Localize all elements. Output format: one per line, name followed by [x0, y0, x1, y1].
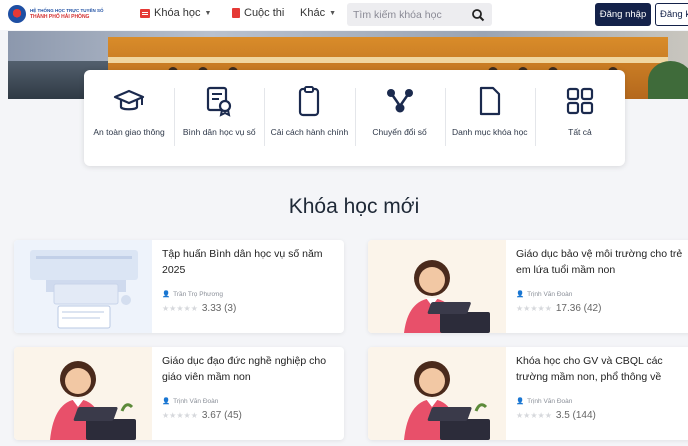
course-thumbnail — [368, 347, 506, 440]
nav-khac-menu[interactable]: Khác ▼ — [300, 7, 336, 19]
category-label: Cải cách hành chính — [270, 127, 349, 137]
course-author: 👤 Trịnh Văn Đoàn — [516, 290, 688, 299]
rating-value: 3.33 (3) — [201, 303, 237, 314]
course-info: Giáo dục bảo vệ môi trường cho trẻ em lứ… — [516, 246, 688, 314]
category-binh-dan-hoc-vu-so[interactable]: Bình dân học vụ số — [174, 70, 264, 166]
course-rating: ★★★★★ 3.67 (45) — [162, 410, 340, 421]
course-author-name: Trịnh Văn Đoàn — [173, 397, 219, 405]
clipboard-icon — [292, 84, 326, 118]
course-thumbnail — [14, 240, 152, 333]
course-thumbnail — [368, 240, 506, 333]
document-icon — [473, 84, 507, 118]
category-panel: An toàn giao thông Bình dân học vụ số Cả… — [84, 70, 625, 166]
nav-cuocthi-label: Cuộc thi — [244, 7, 285, 19]
network-icon — [383, 84, 417, 118]
graduation-cap-icon — [112, 84, 146, 118]
section-title-new-courses: Khóa học mới — [288, 195, 420, 218]
rating-value: 17.36 (42) — [555, 303, 602, 314]
category-an-toan-giao-thong[interactable]: An toàn giao thông — [84, 70, 174, 166]
certificate-icon — [202, 84, 236, 118]
user-icon: 👤 — [162, 291, 171, 298]
star-rating-icon: ★★★★★ — [162, 411, 198, 420]
category-label: Chuyển đổi số — [372, 127, 427, 137]
course-info: Giáo dục đạo đức nghề nghiệp cho giáo vi… — [162, 353, 340, 421]
course-author-name: Trịnh Văn Đoàn — [527, 290, 573, 298]
course-thumbnail — [14, 347, 152, 440]
course-author: 👤 Trịnh Văn Đoàn — [516, 397, 688, 406]
book-icon — [140, 8, 150, 18]
logo-emblem-icon — [8, 5, 26, 23]
course-rating: ★★★★★ 17.36 (42) — [516, 303, 688, 314]
nav-khoahoc-label: Khóa học — [154, 7, 201, 19]
logo-line2: THÀNH PHỐ HẢI PHÒNG — [30, 14, 90, 20]
course-card[interactable]: Giáo dục bảo vệ môi trường cho trẻ em lứ… — [368, 240, 688, 333]
nav-cuocthi-link[interactable]: Cuộc thi — [232, 7, 284, 19]
site-logo[interactable]: HỆ THỐNG HỌC TRỰC TUYẾN SỐ THÀNH PHỐ HẢI… — [8, 5, 104, 23]
register-button[interactable]: Đăng ký — [655, 3, 688, 26]
course-author: 👤 Trịnh Văn Đoàn — [162, 397, 340, 406]
contest-icon — [232, 8, 240, 18]
course-card[interactable]: Khóa học cho GV và CBQL các trường mầm n… — [368, 347, 688, 440]
course-info: Khóa học cho GV và CBQL các trường mầm n… — [516, 353, 688, 421]
category-cai-cach-hanh-chinh[interactable]: Cải cách hành chính — [264, 70, 354, 166]
chevron-down-icon: ▼ — [204, 9, 212, 17]
logo-line1: HỆ THỐNG HỌC TRỰC TUYẾN SỐ — [30, 8, 104, 13]
search-box — [347, 3, 492, 26]
category-label: An toàn giao thông — [93, 127, 165, 137]
login-button[interactable]: Đăng nhập — [595, 3, 651, 26]
course-rating: ★★★★★ 3.33 (3) — [162, 303, 340, 314]
category-chuyen-doi-so[interactable]: Chuyển đổi số — [354, 70, 445, 166]
top-navbar: HỆ THỐNG HỌC TRỰC TUYẾN SỐ THÀNH PHỐ HẢI… — [0, 0, 688, 30]
course-card[interactable]: Tập huấn Bình dân học vụ số năm 2025 👤 T… — [14, 240, 344, 333]
search-input[interactable] — [353, 8, 471, 21]
nav-khoahoc-menu[interactable]: Khóa học ▼ — [140, 7, 211, 19]
course-title[interactable]: Giáo dục bảo vệ môi trường cho trẻ em lứ… — [516, 246, 688, 280]
category-danh-muc-khoa-hoc[interactable]: Danh mục khóa học — [444, 70, 535, 166]
course-author-name: Trịnh Văn Đoàn — [527, 397, 573, 405]
course-card[interactable]: Giáo dục đạo đức nghề nghiệp cho giáo vi… — [14, 347, 344, 440]
course-title[interactable]: Tập huấn Bình dân học vụ số năm 2025 — [162, 246, 340, 280]
star-rating-icon: ★★★★★ — [516, 411, 552, 420]
course-rating: ★★★★★ 3.5 (144) — [516, 410, 688, 421]
user-icon: 👤 — [516, 291, 525, 298]
course-title[interactable]: Giáo dục đạo đức nghề nghiệp cho giáo vi… — [162, 353, 340, 387]
search-icon[interactable] — [471, 8, 485, 22]
nav-khac-label: Khác — [300, 7, 326, 19]
category-label: Tất cả — [568, 127, 592, 137]
rating-value: 3.67 (45) — [201, 410, 242, 421]
rating-value: 3.5 (144) — [555, 410, 596, 421]
grid-icon — [563, 84, 597, 118]
course-title[interactable]: Khóa học cho GV và CBQL các trường mầm n… — [516, 353, 688, 387]
user-icon: 👤 — [162, 398, 171, 405]
category-label: Danh mục khóa học — [451, 127, 528, 137]
course-info: Tập huấn Bình dân học vụ số năm 2025 👤 T… — [162, 246, 340, 314]
course-author-name: Trần Trọ Phương — [173, 290, 224, 298]
logo-text: HỆ THỐNG HỌC TRỰC TUYẾN SỐ THÀNH PHỐ HẢI… — [30, 7, 104, 21]
category-label: Bình dân học vụ số — [182, 127, 256, 137]
chevron-down-icon: ▼ — [329, 9, 337, 17]
star-rating-icon: ★★★★★ — [516, 304, 552, 313]
star-rating-icon: ★★★★★ — [162, 304, 198, 313]
category-tat-ca[interactable]: Tất cả — [534, 70, 625, 166]
user-icon: 👤 — [516, 398, 525, 405]
course-author: 👤 Trần Trọ Phương — [162, 290, 340, 299]
